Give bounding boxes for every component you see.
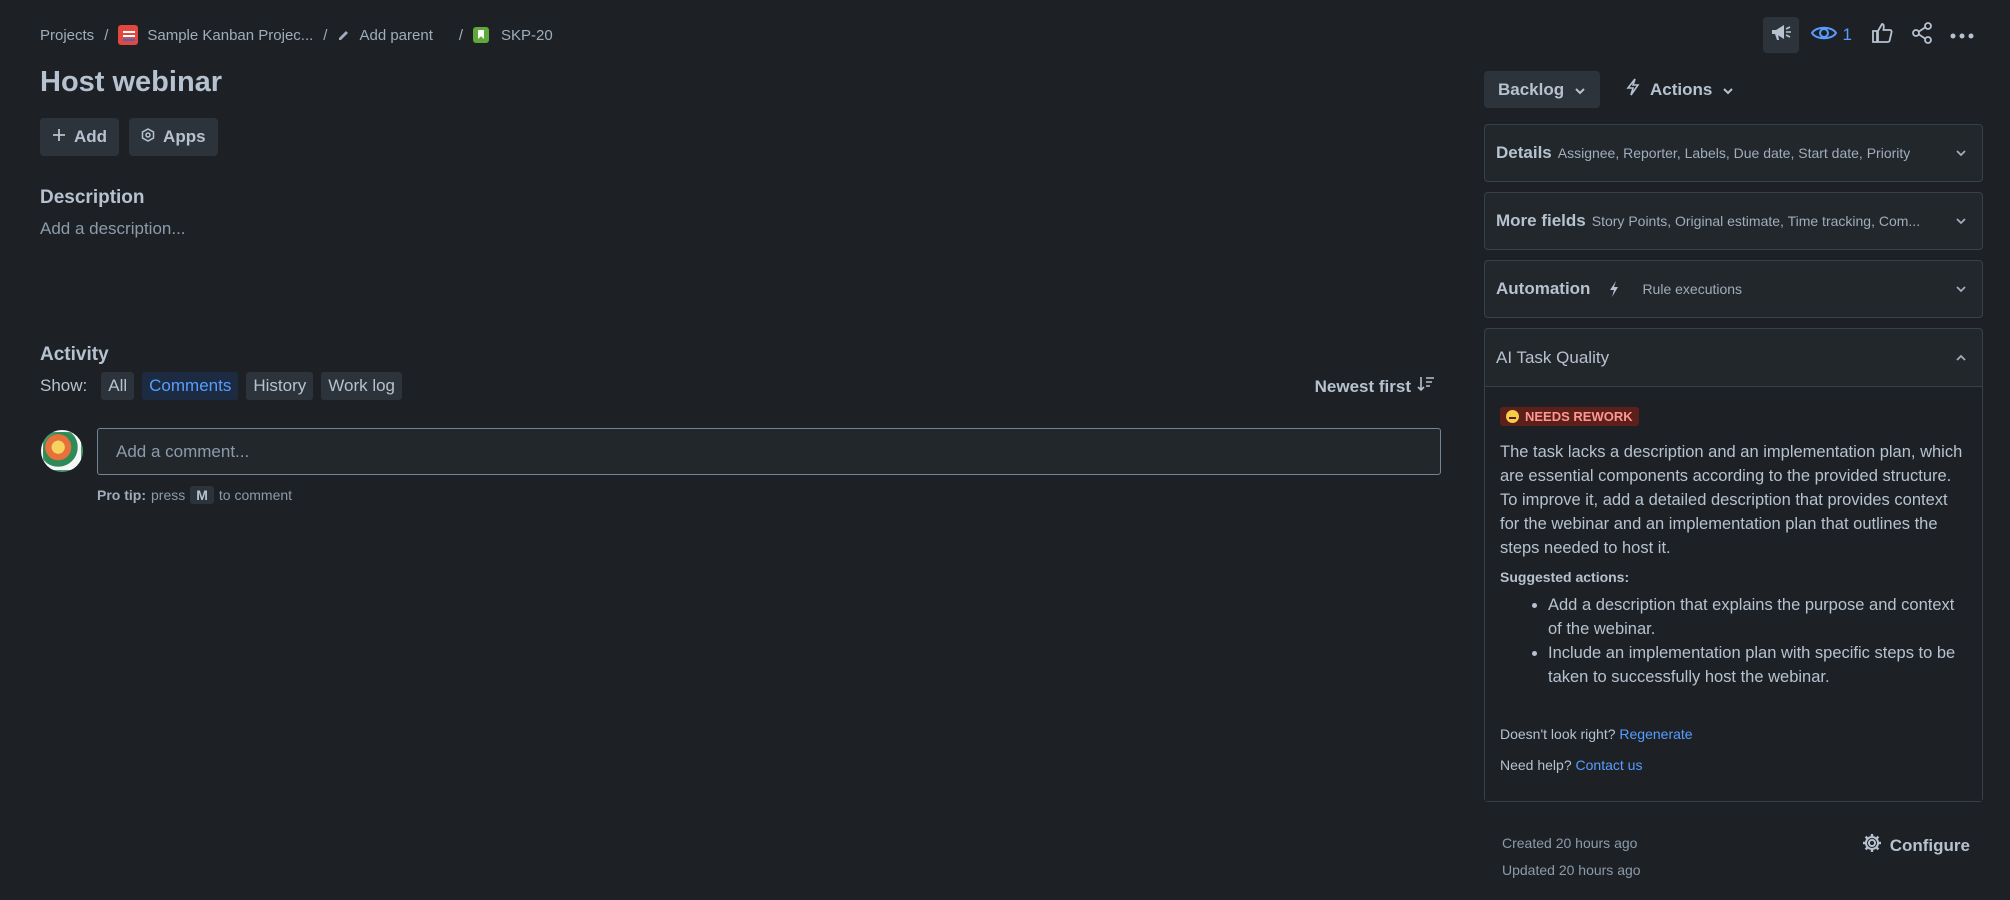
story-icon (473, 27, 490, 43)
ai-footer: Doesn't look right? Regenerate Need help… (1500, 719, 1967, 781)
breadcrumb-issue-key[interactable]: SKP-20 (501, 27, 553, 44)
breadcrumb-projects-link[interactable]: Projects (40, 27, 94, 44)
breadcrumb-separator: / (458, 26, 464, 44)
status-dropdown[interactable]: Backlog (1484, 71, 1601, 108)
breadcrumb: Projects / Sample Kanban Projec... / Add… (40, 25, 553, 45)
chevron-down-icon (1951, 285, 1971, 293)
keyboard-shortcut-key: M (190, 486, 214, 504)
breadcrumb-project-link[interactable]: Sample Kanban Projec... (147, 27, 313, 44)
filter-work-log[interactable]: Work log (321, 372, 403, 400)
created-timestamp: Created 20 hours ago (1502, 835, 1638, 851)
details-panel: Details Assignee, Reporter, Labels, Due … (1484, 124, 1983, 182)
automation-subtitle: Rule executions (1642, 281, 1743, 297)
issue-timestamps: Created 20 hours ago Updated 20 hours ag… (1502, 830, 1641, 884)
add-parent-button[interactable]: Add parent (359, 27, 432, 44)
activity-heading: Activity (40, 344, 109, 365)
actions-dropdown[interactable]: Actions (1614, 71, 1746, 108)
ai-panel-title: AI Task Quality (1496, 347, 1610, 367)
add-button-label: Add (74, 127, 108, 146)
megaphone-icon (1770, 23, 1792, 48)
more-fields-subtitle: Story Points, Original estimate, Time tr… (1591, 213, 1921, 229)
pro-tip-rest: to comment (218, 487, 293, 503)
issue-toolbar: 1 (1762, 17, 1980, 53)
pro-tip-press: press (151, 487, 186, 503)
breadcrumb-separator: / (323, 26, 328, 44)
comment-input[interactable]: Add a comment... (97, 428, 1441, 475)
description-heading: Description (40, 187, 145, 208)
pro-tip-label: Pro tip: (97, 487, 146, 503)
grimace-icon (1506, 410, 1519, 423)
list-item: Add a description that explains the purp… (1548, 593, 1967, 641)
issue-title[interactable]: Host webinar (40, 66, 222, 99)
updated-timestamp: Updated 20 hours ago (1502, 862, 1641, 878)
chevron-down-icon (1951, 149, 1971, 157)
actions-label: Actions (1650, 79, 1713, 99)
ai-panel-body: NEEDS REWORK The task lacks a descriptio… (1485, 386, 1982, 801)
details-title: Details (1496, 143, 1552, 162)
apps-icon (141, 127, 155, 147)
configure-button[interactable]: Configure (1862, 833, 1970, 858)
eye-icon (1810, 24, 1837, 47)
share-icon (1911, 21, 1933, 49)
ai-summary: The task lacks a description and an impl… (1500, 443, 1963, 557)
sort-toggle[interactable]: Newest first (1315, 376, 1435, 397)
watch-button[interactable]: 1 (1803, 17, 1860, 53)
announcement-button[interactable] (1762, 17, 1799, 53)
filter-comments[interactable]: Comments (142, 372, 239, 400)
need-help-text: Need help? (1500, 757, 1572, 773)
more-fields-panel: More fields Story Points, Original estim… (1484, 192, 1983, 250)
add-button[interactable]: Add (40, 118, 120, 156)
thumbs-up-icon (1871, 22, 1893, 49)
automation-panel: Automation Rule executions (1484, 260, 1983, 318)
suggested-actions-heading: Suggested actions: (1500, 569, 1630, 585)
automation-panel-header[interactable]: Automation Rule executions (1485, 261, 1982, 317)
activity-filter-row: Show: All Comments History Work log (40, 372, 403, 400)
description-field[interactable]: Add a description... (40, 219, 186, 239)
lightning-icon (1626, 78, 1640, 101)
apps-button-label: Apps (163, 127, 206, 146)
filter-all[interactable]: All (101, 372, 135, 400)
list-item: Include an implementation plan with spec… (1548, 641, 1967, 689)
like-button[interactable] (1864, 17, 1900, 53)
more-fields-panel-header[interactable]: More fields Story Points, Original estim… (1485, 193, 1982, 249)
filter-history[interactable]: History (246, 372, 314, 400)
pro-tip: Pro tip: press M to comment (97, 486, 292, 504)
status-badge: NEEDS REWORK (1500, 407, 1639, 426)
more-fields-title: More fields (1496, 211, 1586, 230)
regenerate-link[interactable]: Regenerate (1619, 726, 1692, 742)
plus-icon (52, 127, 66, 147)
status-label: Backlog (1498, 79, 1565, 99)
contact-us-link[interactable]: Contact us (1576, 757, 1643, 773)
gear-icon (1862, 833, 1882, 858)
lightning-icon (1608, 280, 1620, 298)
watch-count: 1 (1842, 25, 1852, 44)
badge-label: NEEDS REWORK (1525, 409, 1633, 424)
details-subtitle: Assignee, Reporter, Labels, Due date, St… (1557, 145, 1911, 161)
avatar[interactable] (41, 430, 83, 472)
chevron-down-icon (1951, 217, 1971, 225)
automation-title: Automation (1496, 279, 1591, 298)
sort-descending-icon (1417, 376, 1435, 397)
chevron-up-icon (1951, 354, 1971, 362)
details-panel-header[interactable]: Details Assignee, Reporter, Labels, Due … (1485, 125, 1982, 181)
configure-label: Configure (1889, 835, 1970, 855)
suggested-actions-list: Add a description that explains the purp… (1500, 593, 1967, 689)
issue-action-row: Add Apps (40, 118, 218, 156)
doesnt-look-right-text: Doesn't look right? (1500, 726, 1616, 742)
more-actions-button[interactable] (1944, 17, 1980, 53)
project-icon (118, 25, 139, 45)
ai-panel-header[interactable]: AI Task Quality (1485, 329, 1982, 386)
chevron-down-icon (1722, 80, 1734, 100)
show-label: Show: (40, 376, 88, 395)
apps-button[interactable]: Apps (129, 118, 218, 156)
ai-task-quality-panel: AI Task Quality NEEDS REWORK The task la… (1484, 328, 1983, 802)
pencil-icon (337, 28, 351, 42)
breadcrumb-separator: / (104, 26, 109, 44)
chevron-down-icon (1574, 80, 1586, 100)
more-icon (1950, 26, 1974, 44)
sort-label: Newest first (1314, 376, 1411, 396)
share-button[interactable] (1904, 17, 1940, 53)
comment-placeholder: Add a comment... (116, 441, 250, 461)
